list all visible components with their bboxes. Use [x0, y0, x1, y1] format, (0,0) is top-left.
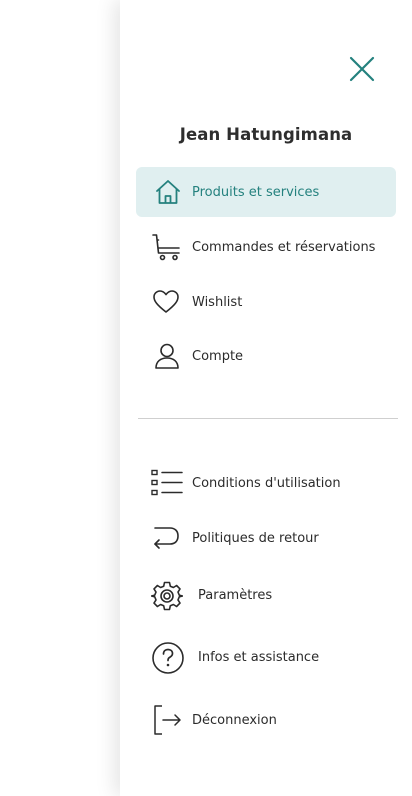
nav-item-parametres[interactable]: Paramètres: [136, 570, 396, 620]
nav-label: Politiques de retour: [192, 530, 319, 546]
logout-icon: [153, 704, 183, 736]
section-divider: [138, 418, 398, 419]
backdrop-overlay[interactable]: [0, 0, 121, 796]
heart-icon: [152, 288, 180, 316]
user-icon: [154, 342, 180, 370]
nav-label: Infos et assistance: [198, 649, 320, 665]
nav-label: Conditions d'utilisation: [192, 475, 341, 491]
help-icon: [151, 641, 185, 675]
nav-item-produits-et-services[interactable]: Produits et services: [136, 167, 396, 217]
close-icon: [349, 56, 375, 86]
gear-icon: [151, 580, 183, 612]
nav-item-infos-assistance[interactable]: Infos et assistance: [136, 632, 396, 682]
user-name: Jean Hatungimana: [179, 125, 353, 144]
list-icon: [151, 469, 183, 497]
return-arrow-icon: [151, 525, 181, 553]
close-button[interactable]: [348, 56, 376, 86]
nav-label: Wishlist: [192, 294, 243, 310]
cart-icon: [152, 232, 182, 262]
side-drawer: Jean Hatungimana Produits et services Co…: [120, 0, 412, 796]
nav-label: Compte: [192, 348, 244, 364]
nav-item-politiques-retour[interactable]: Politiques de retour: [136, 513, 396, 563]
nav-label: Commandes et réservations: [192, 239, 376, 255]
nav-label: Paramètres: [198, 587, 273, 603]
nav-item-compte[interactable]: Compte: [136, 331, 396, 381]
nav-item-wishlist[interactable]: Wishlist: [136, 277, 396, 327]
nav-item-deconnexion[interactable]: Déconnexion: [136, 695, 396, 745]
nav-label: Déconnexion: [192, 712, 277, 728]
nav-label: Produits et services: [192, 184, 320, 200]
nav-item-commandes[interactable]: Commandes et réservations: [136, 222, 396, 272]
nav-item-conditions[interactable]: Conditions d'utilisation: [136, 458, 396, 508]
home-icon: [154, 178, 182, 206]
